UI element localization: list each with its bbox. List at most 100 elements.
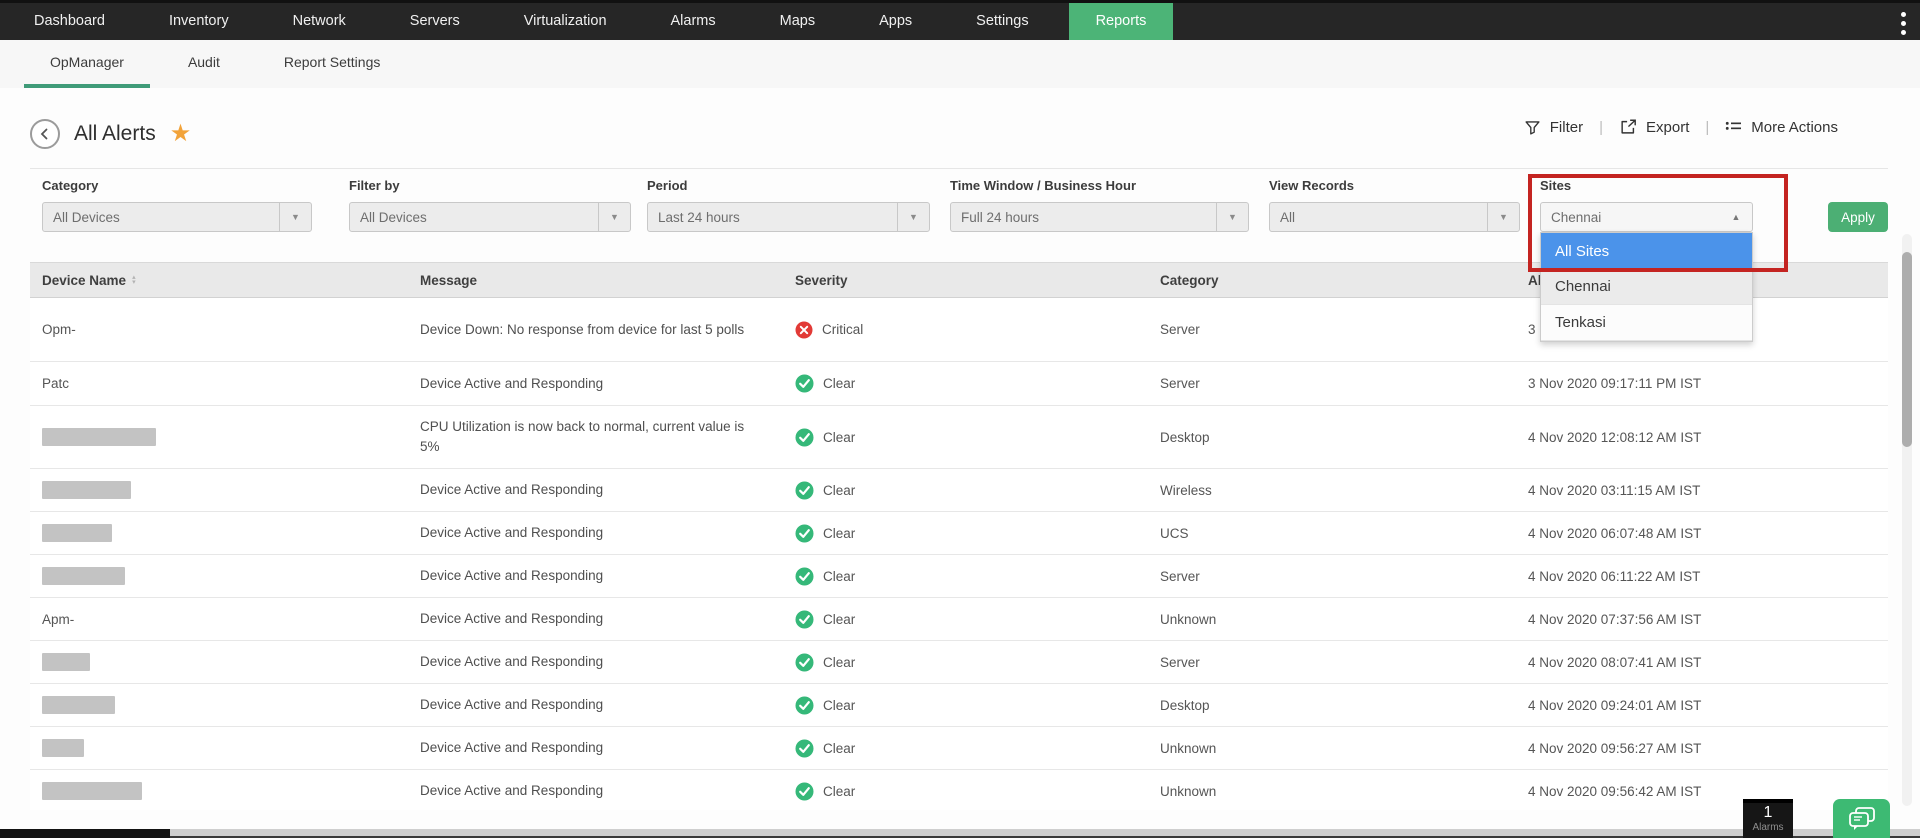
filter-label-sites: Sites — [1540, 178, 1753, 193]
severity-value: Clear — [795, 481, 1148, 500]
filter-label-filter-by: Filter by — [349, 178, 631, 193]
nav-item-settings[interactable]: Settings — [952, 3, 1052, 40]
category-cell: Unknown — [1148, 741, 1516, 756]
filter-category-select[interactable]: All Devices▼ — [42, 202, 312, 232]
selected-value: All — [1270, 210, 1487, 225]
sites-option-tenkasi[interactable]: Tenkasi — [1541, 305, 1752, 341]
redacted-device-name — [42, 782, 142, 800]
clear-icon — [795, 696, 814, 715]
sites-option-chennai[interactable]: Chennai — [1541, 269, 1752, 305]
nav-item-dashboard[interactable]: Dashboard — [10, 3, 129, 40]
column-header-device-name[interactable]: Device Name▴▾ — [30, 273, 408, 288]
filter-time-window-business-hour-select[interactable]: Full 24 hours▼ — [950, 202, 1249, 232]
table-row[interactable]: PatcDevice Active and RespondingClearSer… — [30, 362, 1888, 406]
sites-option-all-sites[interactable]: All Sites — [1541, 233, 1752, 269]
category-cell: Server — [1148, 655, 1516, 670]
column-header-category[interactable]: Category — [1148, 273, 1516, 288]
nav-item-virtualization[interactable]: Virtualization — [500, 3, 631, 40]
tab-audit[interactable]: Audit — [162, 40, 246, 88]
selected-value: Chennai — [1541, 210, 1720, 225]
table-row[interactable]: Device Active and RespondingClearUnknown… — [30, 727, 1888, 770]
chevron-down-icon: ▼ — [598, 203, 630, 231]
device-name-cell: Patc — [30, 376, 408, 391]
category-cell: Wireless — [1148, 483, 1516, 498]
back-button[interactable] — [30, 119, 60, 149]
selected-value: All Devices — [350, 210, 598, 225]
table-row[interactable]: Device Active and RespondingClearUnknown… — [30, 770, 1888, 810]
device-name-cell — [30, 428, 408, 446]
clear-icon — [795, 739, 814, 758]
clear-icon — [795, 653, 814, 672]
severity-cell: Clear — [783, 524, 1148, 543]
table-row[interactable]: Device Active and RespondingClearUCS4 No… — [30, 512, 1888, 555]
chat-button[interactable] — [1833, 799, 1890, 838]
tab-report-settings[interactable]: Report Settings — [258, 40, 407, 88]
filter-bar: CategoryAll Devices▼Filter byAll Devices… — [42, 178, 1753, 232]
chevron-down-icon: ▼ — [1487, 203, 1519, 231]
severity-cell: Clear — [783, 374, 1148, 393]
nav-item-apps[interactable]: Apps — [855, 3, 936, 40]
table-row[interactable]: Device Active and RespondingClearDesktop… — [30, 684, 1888, 727]
filter-filter-by-select[interactable]: All Devices▼ — [349, 202, 631, 232]
column-header-message[interactable]: Message — [408, 273, 783, 288]
more-actions-button[interactable]: More Actions — [1725, 119, 1838, 136]
table-row[interactable]: CPU Utilization is now back to normal, c… — [30, 406, 1888, 469]
alarms-count-badge[interactable]: 1 Alarms — [1743, 799, 1793, 838]
table-row[interactable]: Device Active and RespondingClearServer4… — [30, 555, 1888, 598]
selected-value: All Devices — [43, 210, 279, 225]
export-icon — [1619, 118, 1637, 136]
chevron-left-icon — [38, 127, 52, 141]
table-row[interactable]: Device Active and Responding ClearWireles… — [30, 469, 1888, 512]
alarm-time-cell: 4 Nov 2020 03:11:15 AM IST — [1516, 483, 1876, 498]
category-cell: Unknown — [1148, 784, 1516, 799]
tab-opmanager[interactable]: OpManager — [24, 40, 150, 88]
nav-item-network[interactable]: Network — [269, 3, 370, 40]
table-row[interactable]: Apm-Device Active and RespondingClearUnk… — [30, 598, 1888, 641]
nav-item-servers[interactable]: Servers — [386, 3, 484, 40]
filter-sites-select[interactable]: Chennai▲ — [1540, 202, 1753, 232]
device-name-cell — [30, 524, 408, 542]
filter-view-records-select[interactable]: All▼ — [1269, 202, 1520, 232]
nav-item-inventory[interactable]: Inventory — [145, 3, 253, 40]
header-actions: Filter | Export | More Actions — [1524, 118, 1838, 136]
action-separator: | — [1705, 119, 1709, 136]
horizontal-scrollbar-thumb[interactable] — [0, 829, 170, 838]
device-name-cell: Opm- — [30, 322, 408, 337]
horizontal-scrollbar-track[interactable] — [0, 829, 1920, 838]
clear-icon — [795, 567, 814, 586]
message-cell: Device Active and Responding — [408, 566, 783, 586]
filter-filter-by: Filter by All Devices▼ — [349, 178, 631, 232]
nav-item-maps[interactable]: Maps — [756, 3, 839, 40]
export-button[interactable]: Export — [1619, 118, 1689, 136]
vertical-scrollbar-thumb[interactable] — [1902, 252, 1912, 447]
filter-period-select[interactable]: Last 24 hours▼ — [647, 202, 930, 232]
category-cell: Desktop — [1148, 430, 1516, 445]
alarm-time-cell: 4 Nov 2020 08:07:41 AM IST — [1516, 655, 1876, 670]
clear-icon — [795, 481, 814, 500]
chevron-down-icon: ▼ — [279, 203, 311, 231]
sites-dropdown-menu: All SitesChennaiTenkasi — [1540, 232, 1753, 342]
nav-item-reports[interactable]: Reports — [1069, 3, 1174, 40]
message-cell: CPU Utilization is now back to normal, c… — [408, 417, 783, 456]
kebab-menu-icon[interactable] — [1901, 3, 1906, 43]
severity-value: Clear — [795, 653, 1148, 672]
redacted-device-name — [42, 481, 131, 499]
severity-value: Clear — [795, 610, 1148, 629]
favorite-star-icon[interactable]: ★ — [170, 122, 192, 146]
message-cell: Device Active and Responding — [408, 480, 783, 500]
clear-icon — [795, 610, 814, 629]
sort-icon: ▴▾ — [132, 275, 136, 285]
clear-icon — [795, 782, 814, 801]
filter-time-window-business-hour: Time Window / Business HourFull 24 hours… — [950, 178, 1249, 232]
alarm-time-cell: 4 Nov 2020 12:08:12 AM IST — [1516, 430, 1876, 445]
table-row[interactable]: Device Active and RespondingClearServer4… — [30, 641, 1888, 684]
list-icon — [1725, 120, 1742, 135]
apply-button[interactable]: Apply — [1828, 202, 1888, 232]
category-cell: Server — [1148, 376, 1516, 391]
column-header-severity[interactable]: Severity — [783, 273, 1148, 288]
filter-button[interactable]: Filter — [1524, 119, 1583, 136]
selected-value: Full 24 hours — [951, 210, 1216, 225]
category-cell: Server — [1148, 322, 1516, 337]
clear-icon — [795, 524, 814, 543]
nav-item-alarms[interactable]: Alarms — [647, 3, 740, 40]
